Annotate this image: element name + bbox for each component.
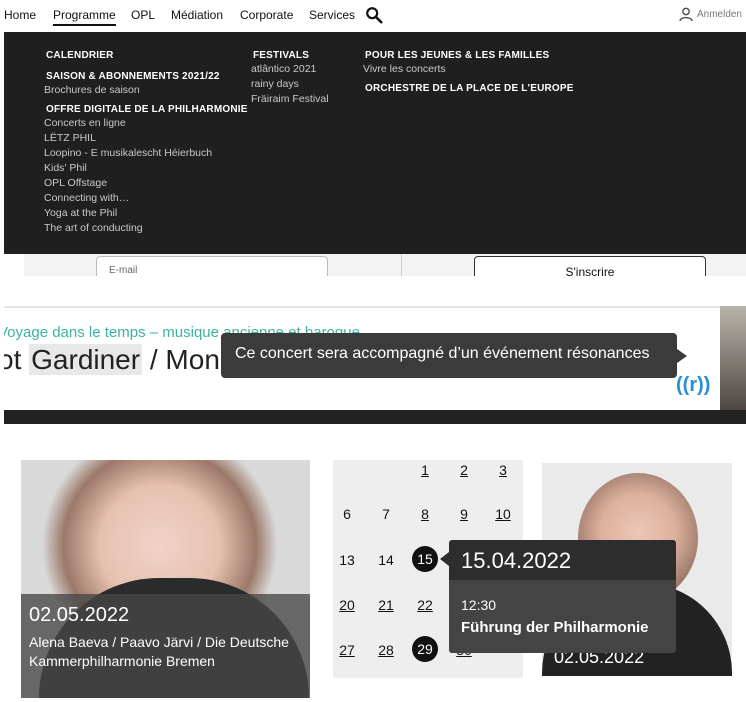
menu-saison[interactable]: SAISON & ABONNEMENTS 2021/22	[46, 71, 248, 82]
login-link[interactable]: Anmelden	[679, 7, 742, 22]
menu-column-jeunes: POUR LES JEUNES & LES FAMILLES Vivre les…	[363, 50, 574, 98]
event-popup-title[interactable]: Führung der Philharmonie	[461, 619, 649, 636]
calendar-day: 7	[382, 506, 390, 522]
banner-photo	[720, 306, 746, 412]
calendar-day: 13	[339, 552, 355, 568]
divider	[401, 254, 402, 276]
menu-column-main: CALENDRIER SAISON & ABONNEMENTS 2021/22 …	[44, 50, 248, 236]
calendar-day[interactable]: 1	[412, 462, 438, 478]
calendar-day: 14	[378, 552, 394, 568]
calendar-day[interactable]: 8	[412, 506, 438, 522]
calendar-day[interactable]: 3	[490, 462, 516, 478]
banner-title: ot Gardiner / Mon	[4, 344, 220, 376]
event-popup-time: 12:30	[461, 597, 497, 613]
resonances-tooltip: Ce concert sera accompagné d’un événemen…	[221, 333, 687, 378]
newsletter-strip: E-mail S'inscrire	[24, 254, 746, 276]
calendar-day-selected[interactable]: 15	[412, 546, 438, 572]
subscribe-button[interactable]: S'inscrire	[474, 256, 706, 276]
menu-link-letz-phil[interactable]: LËTZ PHIL	[44, 131, 248, 146]
banner-title-part1: ot	[4, 344, 22, 375]
menu-link-art-of-conducting[interactable]: The art of conducting	[44, 221, 248, 236]
calendar-day-marked[interactable]: 29	[412, 636, 438, 662]
nav-programme[interactable]: Programme	[53, 8, 116, 26]
calendar-day[interactable]: 21	[373, 597, 399, 613]
calendar-day: 6	[343, 506, 351, 522]
concert-title: Alena Baeva / Paavo Järvi / Die Deutsche…	[29, 634, 289, 669]
nav-home[interactable]: Home	[4, 8, 36, 22]
user-icon	[679, 7, 693, 22]
page: Home Programme OPL Médiation Corporate S…	[0, 0, 746, 702]
menu-link-loopino[interactable]: Loopino - E musikalescht Héierbuch	[44, 146, 248, 161]
calendar-day[interactable]: 27	[334, 642, 360, 658]
concert-card-left[interactable]: 02.05.2022 Alena Baeva / Paavo Järvi / D…	[21, 460, 310, 698]
nav-opl[interactable]: OPL	[131, 8, 155, 22]
menu-link-fraiiraim[interactable]: Fräiraim Festival	[251, 92, 329, 107]
menu-link-concerts-en-ligne[interactable]: Concerts en ligne	[44, 116, 248, 131]
calendar-day[interactable]: 2	[451, 462, 477, 478]
calendar-day[interactable]: 9	[451, 506, 477, 522]
resonances-logo: ((r))	[676, 374, 711, 396]
menu-link-brochures[interactable]: Brochures de saison	[44, 83, 248, 98]
concert-date: 02.05.2022	[29, 604, 130, 626]
menu-calendrier[interactable]: CALENDRIER	[46, 50, 248, 61]
menu-link-atlantico[interactable]: atlântico 2021	[251, 62, 329, 77]
nav-mediation[interactable]: Médiation	[171, 8, 223, 22]
banner-bottom-rule	[4, 410, 746, 424]
menu-jeunes-familles[interactable]: POUR LES JEUNES & LES FAMILLES	[365, 50, 574, 61]
menu-link-yoga[interactable]: Yoga at the Phil	[44, 206, 248, 221]
top-navigation: Home Programme OPL Médiation Corporate S…	[0, 0, 746, 32]
programme-mega-menu: CALENDRIER SAISON & ABONNEMENTS 2021/22 …	[4, 32, 746, 254]
nav-corporate[interactable]: Corporate	[240, 8, 293, 22]
search-icon[interactable]	[365, 6, 383, 24]
banner-title-part2: / Mon	[142, 344, 220, 375]
menu-link-vivre-les-concerts[interactable]: Vivre les concerts	[363, 62, 574, 77]
login-label: Anmelden	[696, 9, 742, 20]
menu-column-festivals: FESTIVALS atlântico 2021 rainy days Fräi…	[251, 50, 329, 107]
menu-link-kids-phil[interactable]: Kids' Phil	[44, 161, 248, 176]
menu-link-connecting-with[interactable]: Connecting with…	[44, 191, 248, 206]
concert-caption: 02.05.2022 Alena Baeva / Paavo Järvi / D…	[21, 594, 310, 698]
menu-orchestre-place-europe[interactable]: ORCHESTRE DE LA PLACE DE L'EUROPE	[365, 83, 574, 94]
menu-link-rainy-days[interactable]: rainy days	[251, 77, 329, 92]
event-popup[interactable]: 15.04.2022 12:30 Führung der Philharmoni…	[440, 540, 676, 653]
menu-link-opl-offstage[interactable]: OPL Offstage	[44, 176, 248, 191]
calendar-day[interactable]: 28	[373, 642, 399, 658]
nav-services[interactable]: Services	[309, 8, 355, 22]
menu-offre-digitale[interactable]: OFFRE DIGITALE DE LA PHILHARMONIE	[46, 104, 248, 115]
calendar-day[interactable]: 22	[412, 597, 438, 613]
email-input[interactable]: E-mail	[96, 256, 328, 276]
event-popup-body	[449, 580, 676, 653]
banner-title-highlight: Gardiner	[29, 344, 143, 375]
banner-top-rule	[4, 306, 746, 308]
event-popup-date: 15.04.2022	[461, 548, 572, 573]
menu-festivals[interactable]: FESTIVALS	[253, 50, 329, 61]
calendar-day[interactable]: 10	[490, 506, 516, 522]
calendar-day[interactable]: 20	[334, 597, 360, 613]
